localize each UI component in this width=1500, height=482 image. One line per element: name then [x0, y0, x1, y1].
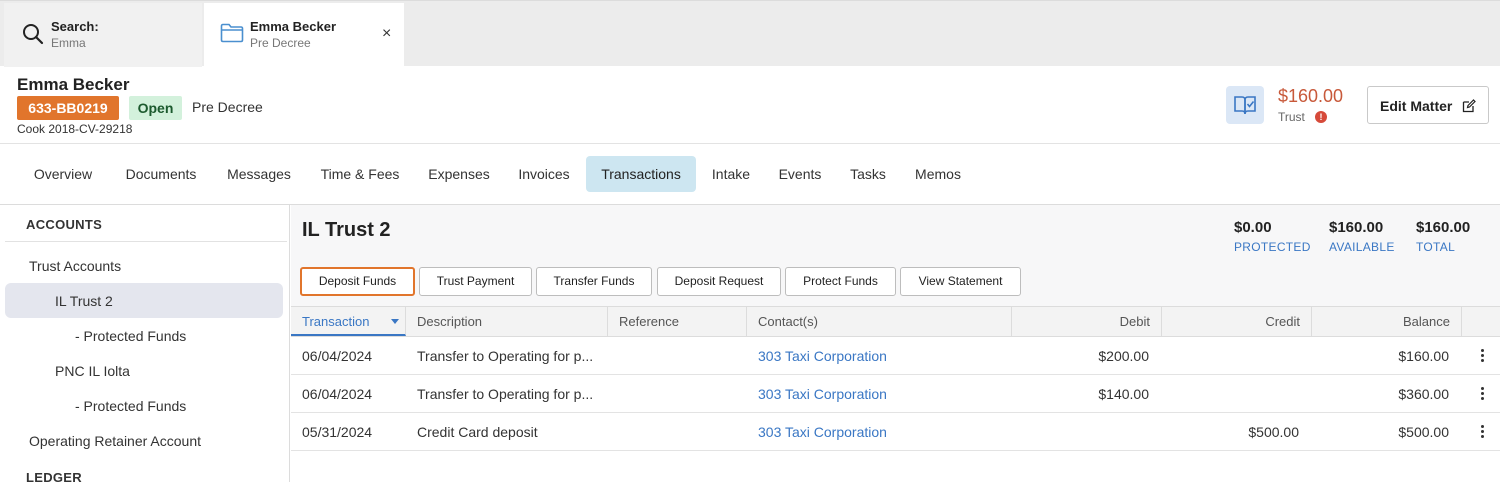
sidebar-item-il-trust-2[interactable]: IL Trust 2	[55, 293, 113, 309]
tab-overview[interactable]: Overview	[18, 156, 108, 192]
cell-description: Transfer to Operating for p...	[417, 348, 594, 364]
cell-debit	[1012, 413, 1149, 451]
matter-nav: Overview Documents Messages Time & Fees …	[0, 156, 1500, 192]
sort-desc-icon	[391, 319, 399, 324]
cell-credit: $500.00	[1248, 424, 1299, 440]
cell-balance: $360.00	[1398, 386, 1449, 402]
cell-transaction-date: 06/04/2024	[302, 386, 373, 402]
table-header: Transaction Description Reference Contac…	[291, 306, 1500, 337]
cell-transaction-date: 06/04/2024	[302, 348, 373, 364]
row-menu-icon[interactable]	[1476, 386, 1490, 402]
tab-events[interactable]: Events	[768, 156, 832, 192]
trust-balance: $160.00	[1278, 86, 1344, 106]
tab-invoices[interactable]: Invoices	[508, 156, 580, 192]
header-divider	[0, 143, 1500, 144]
available-label: AVAILABLE	[1329, 240, 1395, 254]
cell-credit	[1162, 337, 1299, 375]
available-amount: $160.00	[1329, 219, 1384, 236]
column-header-balance[interactable]: Balance	[1312, 307, 1462, 336]
sidebar-item-pnc-il-iolta[interactable]: PNC IL Iolta	[55, 363, 130, 379]
sidebar-item-trust-accounts[interactable]: Trust Accounts	[29, 258, 121, 274]
sidebar-item-operating-retainer[interactable]: Operating Retainer Account	[29, 433, 201, 449]
sidebar-selected-highlight	[5, 283, 283, 318]
transfer-funds-button[interactable]: Transfer Funds	[536, 267, 652, 296]
search-tab[interactable]: Search: Emma	[4, 3, 202, 67]
column-header-debit[interactable]: Debit	[1012, 307, 1162, 336]
edit-matter-button[interactable]: Edit Matter	[1367, 86, 1489, 124]
matter-tab-title: Emma Becker	[250, 19, 336, 34]
matter-name: Emma Becker	[17, 75, 130, 94]
tab-messages[interactable]: Messages	[216, 156, 302, 192]
transactions-table: Transaction Description Reference Contac…	[291, 306, 1500, 482]
total-label: TOTAL	[1416, 240, 1456, 254]
cell-debit: $140.00	[1098, 386, 1149, 402]
cell-description: Transfer to Operating for p...	[417, 386, 594, 402]
cell-contact-link[interactable]: 303 Taxi Corporation	[758, 375, 1008, 413]
protect-funds-button[interactable]: Protect Funds	[785, 267, 896, 296]
column-header-reference[interactable]: Reference	[608, 307, 747, 336]
table-row[interactable]: 06/04/2024 Transfer to Operating for p..…	[291, 337, 1500, 375]
column-header-transaction[interactable]: Transaction	[291, 307, 406, 336]
table-row[interactable]: 06/04/2024 Transfer to Operating for p..…	[291, 375, 1500, 413]
deposit-funds-button[interactable]: Deposit Funds	[300, 267, 415, 296]
tab-transactions[interactable]: Transactions	[586, 156, 696, 192]
tab-intake[interactable]: Intake	[702, 156, 760, 192]
cell-contact-link[interactable]: 303 Taxi Corporation	[758, 413, 1008, 451]
case-number: Cook 2018-CV-29218	[17, 122, 133, 136]
cell-reference	[619, 337, 739, 375]
cell-debit: $200.00	[1098, 348, 1149, 364]
ledger-heading: LEDGER	[26, 470, 82, 482]
folder-icon	[220, 23, 244, 43]
trust-payment-button[interactable]: Trust Payment	[419, 267, 532, 296]
accounts-heading: ACCOUNTS	[26, 217, 103, 232]
matter-tab-subtitle: Pre Decree	[250, 36, 311, 50]
cell-credit	[1162, 375, 1299, 413]
trust-book-button[interactable]	[1226, 86, 1264, 124]
tab-expenses[interactable]: Expenses	[416, 156, 502, 192]
tab-time-fees[interactable]: Time & Fees	[310, 156, 410, 192]
trust-label: Trust	[1278, 110, 1305, 124]
sidebar-item-protected-funds[interactable]: - Protected Funds	[75, 328, 186, 344]
tab-tasks[interactable]: Tasks	[840, 156, 896, 192]
column-header-credit[interactable]: Credit	[1162, 307, 1312, 336]
warning-icon: !	[1315, 111, 1327, 123]
protected-label: PROTECTED	[1234, 240, 1311, 254]
close-icon[interactable]: ×	[382, 25, 391, 43]
row-menu-icon[interactable]	[1476, 348, 1490, 364]
book-check-icon	[1234, 96, 1256, 115]
matter-stage: Pre Decree	[192, 99, 263, 115]
sidebar-item-protected-funds[interactable]: - Protected Funds	[75, 398, 186, 414]
edit-matter-label: Edit Matter	[1380, 98, 1453, 114]
account-panel: IL Trust 2 $0.00 PROTECTED $160.00 AVAIL…	[291, 205, 1500, 482]
search-icon	[23, 24, 44, 45]
matter-id-badge: 633-BB0219	[17, 96, 119, 120]
edit-icon	[1462, 99, 1476, 113]
accounts-sidebar: ACCOUNTS Trust Accounts IL Trust 2 - Pro…	[0, 205, 290, 482]
table-row[interactable]: 05/31/2024 Credit Card deposit 303 Taxi …	[291, 413, 1500, 451]
cell-reference	[619, 413, 739, 451]
column-header-contacts[interactable]: Contact(s)	[747, 307, 1012, 336]
cell-contact-link[interactable]: 303 Taxi Corporation	[758, 337, 1008, 375]
view-statement-button[interactable]: View Statement	[900, 267, 1021, 296]
search-tab-title: Search:	[51, 19, 99, 34]
cell-reference	[619, 375, 739, 413]
matter-tab[interactable]: Emma Becker Pre Decree ×	[204, 3, 404, 67]
cell-balance: $160.00	[1398, 348, 1449, 364]
cell-balance: $500.00	[1398, 424, 1449, 440]
row-menu-icon[interactable]	[1476, 424, 1490, 440]
account-title: IL Trust 2	[302, 219, 391, 241]
deposit-request-button[interactable]: Deposit Request	[657, 267, 781, 296]
column-label: Transaction	[302, 314, 370, 329]
protected-amount: $0.00	[1234, 219, 1272, 236]
tab-memos[interactable]: Memos	[904, 156, 972, 192]
search-tab-query: Emma	[51, 36, 86, 50]
top-tab-bar: Search: Emma Emma Becker Pre Decree ×	[0, 0, 1500, 67]
cell-description: Credit Card deposit	[417, 424, 538, 440]
total-amount: $160.00	[1416, 219, 1471, 236]
sidebar-divider	[5, 241, 287, 242]
tab-documents[interactable]: Documents	[110, 156, 212, 192]
cell-transaction-date: 05/31/2024	[302, 424, 373, 440]
column-header-description[interactable]: Description	[406, 307, 608, 336]
status-badge: Open	[129, 96, 182, 120]
